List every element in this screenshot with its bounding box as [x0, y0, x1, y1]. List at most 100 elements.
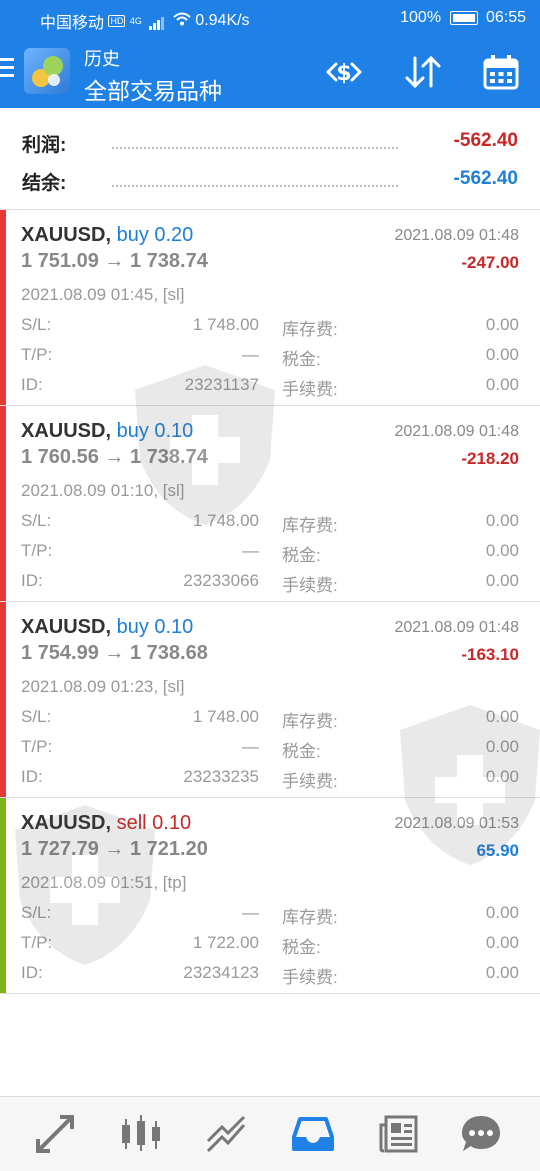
tp-label: T/P:	[21, 541, 53, 560]
trade-symbol: XAUUSD,	[21, 812, 112, 834]
profit-value: -562.40	[453, 130, 518, 151]
currency-exchange-icon[interactable]: $	[322, 50, 366, 94]
dotted-leader	[112, 185, 398, 187]
tax-label: 税金:	[282, 546, 321, 565]
balance-row: 结余: -562.40	[22, 160, 518, 198]
profit-row: 利润: -562.40	[22, 122, 518, 160]
id-value: 23233066	[183, 571, 259, 590]
profit-label: 利润:	[22, 130, 73, 157]
swap-label: 库存费:	[282, 516, 338, 535]
open-info: 2021.08.09 01:10, [sl]	[21, 481, 185, 500]
id-label: ID:	[21, 963, 43, 982]
trade-symbol: XAUUSD,	[21, 224, 112, 246]
trade-profit: -163.10	[461, 645, 519, 664]
battery-icon	[449, 11, 478, 25]
clock: 06:55	[485, 9, 526, 26]
commission-label: 手续费:	[282, 380, 338, 399]
app-logo	[24, 48, 70, 94]
open-info: 2021.08.09 01:23, [sl]	[21, 677, 185, 696]
news-icon[interactable]	[376, 1111, 422, 1157]
tax-value: 0.00	[485, 345, 519, 364]
swap-label: 库存费:	[282, 712, 338, 731]
sort-icon[interactable]	[401, 50, 445, 94]
carrier-name: 中国移动	[40, 15, 105, 32]
trade-symbol: XAUUSD,	[21, 420, 112, 442]
menu-icon[interactable]	[0, 58, 16, 80]
tax-label: 税金:	[282, 350, 321, 369]
side-indicator-bar	[0, 406, 6, 601]
trade-card[interactable]: XAUUSD, buy 0.10 2021.08.09 01:48 1 754.…	[0, 602, 540, 798]
side-indicator-bar	[0, 210, 6, 405]
tax-label: 税金:	[282, 938, 321, 957]
trade-icon[interactable]	[204, 1111, 250, 1157]
chat-icon[interactable]	[458, 1111, 504, 1157]
trade-prices: 1 727.79 → 1 721.20	[21, 838, 208, 860]
tax-label: 税金:	[282, 742, 321, 761]
balance-label: 结余:	[22, 168, 73, 195]
swap-value: 0.00	[485, 511, 519, 530]
signal-icon	[149, 12, 165, 30]
swap-value: 0.00	[485, 315, 519, 334]
close-time: 2021.08.09 01:48	[394, 619, 519, 636]
side-indicator-bar	[0, 602, 6, 797]
swap-value: 0.00	[485, 707, 519, 726]
trade-card[interactable]: XAUUSD, buy 0.10 2021.08.09 01:48 1 760.…	[0, 406, 540, 602]
history-icon[interactable]	[290, 1111, 336, 1157]
sl-label: S/L:	[21, 903, 52, 922]
calendar-icon[interactable]	[479, 50, 523, 94]
summary-panel: 利润: -562.40 结余: -562.40	[0, 108, 540, 210]
balance-value: -562.40	[453, 168, 518, 189]
tp-label: T/P:	[21, 933, 53, 952]
hd-indicator: HD	[108, 15, 126, 27]
sl-value: 1 748.00	[192, 707, 259, 726]
sl-value: 1 748.00	[192, 315, 259, 334]
id-label: ID:	[21, 375, 43, 394]
id-value: 23233235	[183, 767, 259, 786]
trade-profit: 65.90	[476, 841, 519, 860]
page-title[interactable]: 全部交易品种	[84, 72, 222, 106]
trade-card[interactable]: XAUUSD, buy 0.20 2021.08.09 01:48 1 751.…	[0, 210, 540, 406]
trade-side: buy 0.20	[116, 224, 194, 246]
open-info: 2021.08.09 01:51, [tp]	[21, 873, 187, 892]
trade-side: sell 0.10	[116, 812, 192, 834]
battery-percent: 100%	[400, 9, 442, 26]
chart-icon[interactable]	[118, 1111, 164, 1157]
commission-value: 0.00	[485, 375, 519, 394]
commission-value: 0.00	[485, 963, 519, 982]
tax-value: 0.00	[485, 933, 519, 952]
swap-value: 0.00	[485, 903, 519, 922]
id-label: ID:	[21, 767, 43, 786]
id-value: 23234123	[183, 963, 259, 982]
commission-label: 手续费:	[282, 968, 338, 987]
commission-label: 手续费:	[282, 772, 338, 791]
commission-value: 0.00	[485, 571, 519, 590]
sl-label: S/L:	[21, 511, 52, 530]
wifi-icon	[173, 12, 195, 30]
sl-value: 1 748.00	[192, 511, 259, 530]
tp-value: —	[242, 541, 259, 560]
trade-profit: -218.20	[461, 449, 519, 468]
trade-side: buy 0.10	[116, 420, 194, 442]
id-value: 23231137	[184, 375, 259, 394]
trade-history-list: XAUUSD, buy 0.20 2021.08.09 01:48 1 751.…	[0, 210, 540, 994]
tp-label: T/P:	[21, 737, 53, 756]
status-bar: 中国移动 HD 4G 0.94K/s 100% 06:55	[0, 0, 540, 36]
side-indicator-bar	[0, 798, 6, 993]
trade-prices: 1 751.09 → 1 738.74	[21, 250, 208, 272]
network-type: 4G	[129, 16, 142, 26]
top-bar: 中国移动 HD 4G 0.94K/s 100% 06:55 历史 全部交易品种	[0, 0, 540, 108]
svg-text:$: $	[336, 61, 351, 86]
commission-label: 手续费:	[282, 576, 338, 595]
tp-value: —	[242, 345, 259, 364]
quotes-icon[interactable]	[32, 1111, 78, 1157]
swap-label: 库存费:	[282, 320, 338, 339]
trade-card[interactable]: XAUUSD, sell 0.10 2021.08.09 01:53 1 727…	[0, 798, 540, 994]
close-time: 2021.08.09 01:53	[394, 815, 519, 832]
close-time: 2021.08.09 01:48	[394, 227, 519, 244]
network-speed: 0.94K/s	[195, 12, 250, 29]
trade-side: buy 0.10	[116, 616, 194, 638]
close-time: 2021.08.09 01:48	[394, 423, 519, 440]
dotted-leader	[112, 147, 398, 149]
bottom-navigation	[0, 1096, 540, 1171]
open-info: 2021.08.09 01:45, [sl]	[21, 285, 185, 304]
